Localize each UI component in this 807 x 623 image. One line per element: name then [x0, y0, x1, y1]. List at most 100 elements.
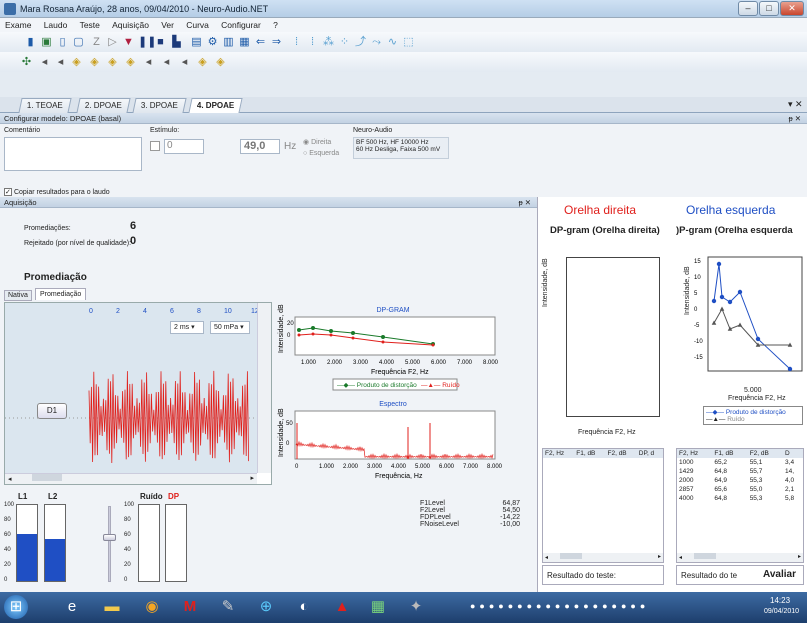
table-row[interactable]: 4000 64,8 55,3 5,8	[677, 494, 803, 503]
right-result-field[interactable]: Resultado do teste:	[542, 565, 664, 585]
stim-icon-7[interactable]: ◈	[214, 55, 227, 69]
col-header[interactable]: F1, dB	[574, 449, 605, 458]
folder-icon[interactable]: ▬	[100, 595, 124, 619]
tool-icon-7[interactable]: ∿	[386, 35, 399, 49]
stim-icon-3[interactable]: ◈	[88, 55, 101, 69]
test-icon[interactable]: ▥	[222, 35, 235, 49]
menu-configurar[interactable]: Configurar	[216, 18, 266, 32]
app-icon-3[interactable]: ◐	[292, 595, 316, 619]
tool-icon-1[interactable]: ⁞	[290, 35, 303, 49]
time-select[interactable]: 2 ms ▾	[170, 321, 204, 334]
stimulus-input[interactable]: 0	[164, 139, 204, 154]
subtab-native[interactable]: Nativa	[4, 290, 32, 301]
level-input[interactable]: 49,0	[240, 139, 280, 154]
speaker-icon-1[interactable]: ◂	[38, 55, 51, 69]
col-header[interactable]: D	[783, 449, 803, 458]
amplitude-select[interactable]: 50 mPa ▾	[210, 321, 250, 334]
tab-dpoae-4[interactable]: 4. DPOAE	[188, 98, 243, 113]
speaker-icon-2[interactable]: ◂	[54, 55, 67, 69]
config-pin-icon[interactable]: ᵽ ✕	[788, 113, 801, 124]
right-table-hscroll[interactable]: ◂ ▸	[543, 553, 663, 562]
tool-icon-4[interactable]: ⁘	[338, 35, 351, 49]
menu-curva[interactable]: Curva	[181, 18, 214, 32]
maximize-button[interactable]: □	[759, 1, 779, 16]
left-table-hscroll[interactable]: ◂ ▸	[677, 553, 803, 562]
minimize-button[interactable]: –	[738, 1, 758, 16]
neuro-audio-icon[interactable]: ▦	[366, 595, 390, 619]
pause-icon[interactable]: ❚❚	[138, 35, 156, 49]
col-header[interactable]: DP, d	[637, 449, 663, 458]
document-icon[interactable]: ▯	[56, 35, 69, 49]
menu-exame[interactable]: Exame	[0, 18, 36, 32]
zoom-icon[interactable]: Z	[90, 35, 103, 49]
left-result-field[interactable]: Resultado do te Avaliar	[676, 565, 804, 585]
acq-pin-icon[interactable]: ᵽ ✕	[518, 197, 531, 208]
app-icon-2[interactable]: ⊕	[254, 595, 278, 619]
col-header[interactable]: F1, dB	[712, 449, 747, 458]
pdf-icon[interactable]: ▲	[330, 595, 354, 619]
table-row[interactable]: 2000 64,9 55,3 4,0	[677, 476, 803, 485]
tool-icon-8[interactable]: ⬚	[402, 35, 415, 49]
browser-icon[interactable]: e	[60, 595, 84, 619]
col-header[interactable]: F2, dB	[606, 449, 637, 458]
table-row[interactable]: 2857 65,6 55,0 2,1	[677, 485, 803, 494]
table-row[interactable]: 1000 65,2 55,1 3,4	[677, 458, 803, 467]
monitor-icon[interactable]: ▦	[238, 35, 251, 49]
save-icon[interactable]: ▣	[40, 35, 53, 49]
speaker-icon-5[interactable]: ◂	[178, 55, 191, 69]
tab-teoae-1[interactable]: 1. TEOAE	[18, 98, 72, 113]
copy-checkbox[interactable]: ✓	[4, 188, 12, 196]
stop-icon[interactable]: ■	[154, 35, 167, 49]
mail-icon[interactable]: M	[178, 595, 202, 619]
start-button-icon[interactable]: ⊞	[4, 595, 28, 619]
report-icon[interactable]: ▤	[190, 35, 203, 49]
col-header[interactable]: F2, dB	[748, 449, 783, 458]
tool-icon-3[interactable]: ⁂	[322, 35, 335, 49]
tool-icon-2[interactable]: ⁞	[306, 35, 319, 49]
page-icon[interactable]: ▢	[72, 35, 85, 49]
speaker-icon-4[interactable]: ◂	[160, 55, 173, 69]
evaluate-button[interactable]: Avaliar	[763, 569, 796, 580]
col-header[interactable]: F2, Hz	[543, 449, 574, 458]
tab-dpoae-2[interactable]: 2. DPOAE	[76, 98, 131, 113]
back-icon[interactable]: ⇐	[254, 35, 267, 49]
stim-icon-6[interactable]: ◈	[196, 55, 209, 69]
menu-laudo[interactable]: Laudo	[39, 18, 73, 32]
stim-icon-1[interactable]: ✣	[20, 55, 33, 69]
stim-icon-5[interactable]: ◈	[124, 55, 137, 69]
waveform-vscroll[interactable]	[257, 303, 271, 473]
stim-icon-4[interactable]: ◈	[106, 55, 119, 69]
close-button[interactable]: ✕	[780, 1, 804, 16]
table-row[interactable]: 1429 64,8 55,7 14,	[677, 467, 803, 476]
mark-icon[interactable]: ▼	[122, 35, 135, 49]
menu-help[interactable]: ?	[268, 18, 283, 32]
radio-dot-icon[interactable]: ◉	[303, 139, 309, 146]
slider-track[interactable]	[108, 506, 111, 582]
slider-handle[interactable]	[103, 534, 116, 541]
arrow-icon[interactable]: ▷	[106, 35, 119, 49]
stimulus-checkbox[interactable]	[150, 141, 160, 151]
config-icon[interactable]: ⚙	[206, 35, 219, 49]
system-tray-icons[interactable]: ●●●●●●●●●●●●●●●●●●●	[470, 601, 649, 611]
radio-empty-icon[interactable]: ○	[303, 150, 307, 157]
media-icon[interactable]: ◉	[140, 595, 164, 619]
stim-icon-2[interactable]: ◈	[70, 55, 83, 69]
tab-dpoae-3[interactable]: 3. DPOAE	[132, 98, 187, 113]
menu-teste[interactable]: Teste	[75, 18, 105, 32]
tools-icon[interactable]: ✎	[216, 595, 240, 619]
record-icon[interactable]: ▙	[170, 35, 183, 49]
menu-ver[interactable]: Ver	[156, 18, 179, 32]
tool-icon-5[interactable]: ⤴	[354, 35, 367, 49]
speaker-icon-3[interactable]: ◂	[142, 55, 155, 69]
app-icon-4[interactable]: ✦	[404, 595, 428, 619]
comment-field[interactable]	[4, 137, 142, 171]
col-header[interactable]: F2, Hz	[677, 449, 712, 458]
waveform-hscroll[interactable]: ◂ ▸	[5, 473, 257, 484]
forward-icon[interactable]: ⇒	[270, 35, 283, 49]
open-icon[interactable]: ▮	[24, 35, 37, 49]
menu-aquisicao[interactable]: Aquisição	[107, 18, 154, 32]
tool-icon-6[interactable]: ⤳	[370, 35, 383, 49]
d1-button[interactable]: D1	[37, 403, 67, 419]
subtab-average[interactable]: Promediação	[35, 288, 87, 300]
tabs-close-icon[interactable]: ▾ ✕	[788, 99, 803, 110]
